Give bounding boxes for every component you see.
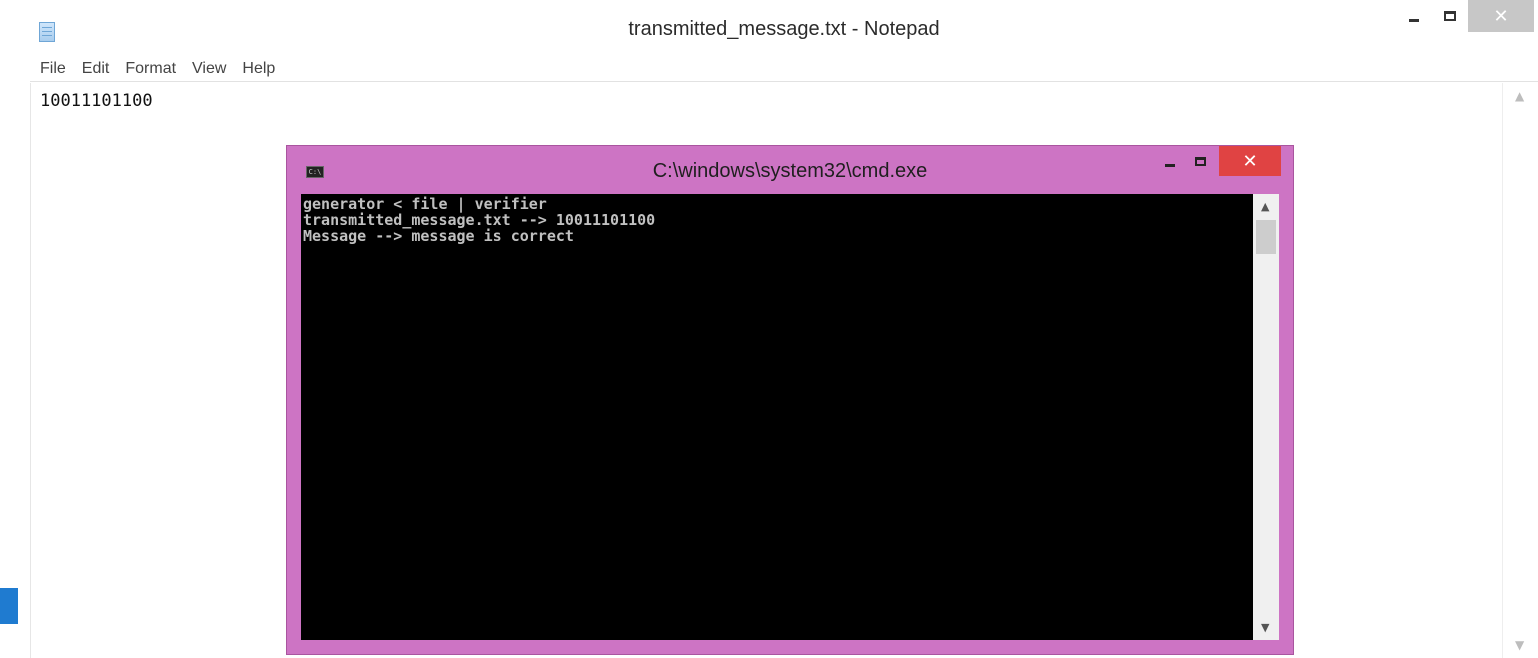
notepad-titlebar[interactable]: transmitted_message.txt - Notepad ✕ bbox=[30, 0, 1538, 56]
console-line: generator < file | verifier bbox=[303, 195, 547, 213]
menu-file[interactable]: File bbox=[40, 60, 66, 78]
cmd-minimize-button[interactable] bbox=[1155, 146, 1185, 176]
scroll-up-icon[interactable]: ▲ bbox=[1261, 200, 1269, 213]
close-button[interactable]: ✕ bbox=[1468, 0, 1534, 32]
minimize-icon bbox=[1165, 163, 1175, 167]
close-icon: ✕ bbox=[1493, 5, 1509, 27]
maximize-icon bbox=[1444, 11, 1456, 21]
notepad-text[interactable]: 10011101100 bbox=[40, 91, 153, 111]
minimize-button[interactable] bbox=[1396, 0, 1432, 32]
cmd-window-controls: ✕ bbox=[1155, 146, 1281, 176]
menu-edit[interactable]: Edit bbox=[82, 60, 110, 78]
scroll-down-icon[interactable]: ▼ bbox=[1261, 621, 1269, 634]
menu-help[interactable]: Help bbox=[242, 60, 275, 78]
cmd-title: C:\windows\system32\cmd.exe bbox=[652, 160, 928, 182]
notepad-scrollbar[interactable]: ▲ ▼ bbox=[1502, 83, 1538, 658]
maximize-button[interactable] bbox=[1432, 0, 1468, 32]
console-line: Message --> message is correct bbox=[303, 227, 574, 245]
desktop-edge bbox=[0, 0, 30, 658]
cmd-window: C:\ C:\windows\system32\cmd.exe ✕ genera… bbox=[286, 145, 1294, 655]
cmd-scrollbar[interactable]: ▲ ▼ bbox=[1253, 194, 1279, 640]
taskbar-fragment bbox=[0, 588, 18, 624]
notepad-window-controls: ✕ bbox=[1396, 0, 1538, 32]
minimize-icon bbox=[1409, 18, 1419, 22]
cmd-maximize-button[interactable] bbox=[1185, 146, 1215, 176]
cmd-console[interactable]: generator < file | verifier transmitted_m… bbox=[301, 194, 1253, 640]
notepad-menubar: File Edit Format View Help bbox=[30, 56, 1538, 82]
console-output: generator < file | verifier transmitted_m… bbox=[303, 196, 655, 244]
cmd-titlebar[interactable]: C:\ C:\windows\system32\cmd.exe ✕ bbox=[287, 146, 1293, 192]
menu-format[interactable]: Format bbox=[125, 60, 176, 78]
console-line: transmitted_message.txt --> 10011101100 bbox=[303, 211, 656, 229]
notepad-title: transmitted_message.txt - Notepad bbox=[628, 18, 940, 40]
scrollbar-thumb[interactable] bbox=[1256, 220, 1276, 254]
scroll-up-icon[interactable]: ▲ bbox=[1515, 89, 1524, 103]
menu-view[interactable]: View bbox=[192, 60, 226, 78]
maximize-icon bbox=[1194, 156, 1206, 166]
cmd-close-button[interactable]: ✕ bbox=[1219, 146, 1281, 176]
scroll-down-icon[interactable]: ▼ bbox=[1515, 638, 1524, 652]
close-icon: ✕ bbox=[1242, 150, 1258, 172]
